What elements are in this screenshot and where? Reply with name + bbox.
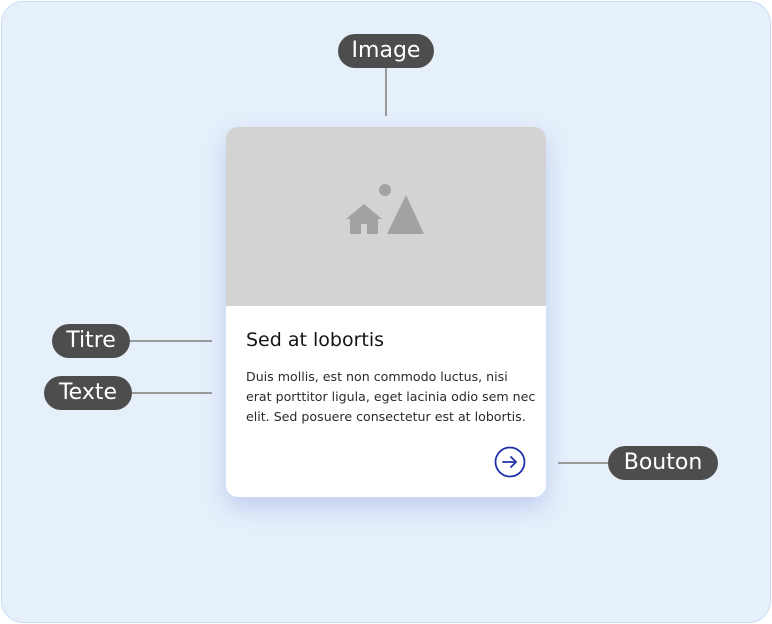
connector-button [558, 462, 608, 464]
card-title: Sed at lobortis [246, 329, 385, 351]
connector-title [130, 340, 212, 342]
connector-image [385, 68, 387, 116]
content-card: Sed at lobortis Duis mollis, est non com… [226, 127, 546, 497]
connector-text [132, 392, 212, 394]
callout-title: Titre [52, 324, 130, 358]
card-text: Duis mollis, est non commodo luctus, nis… [246, 369, 536, 424]
callout-text: Texte [44, 376, 132, 410]
callout-image: Image [338, 34, 434, 68]
card-arrow-button[interactable] [494, 446, 526, 478]
card-image [226, 127, 546, 306]
callout-button: Bouton [608, 446, 718, 480]
image-placeholder-icon [346, 184, 424, 234]
arrow-right-circle-icon [494, 446, 526, 478]
